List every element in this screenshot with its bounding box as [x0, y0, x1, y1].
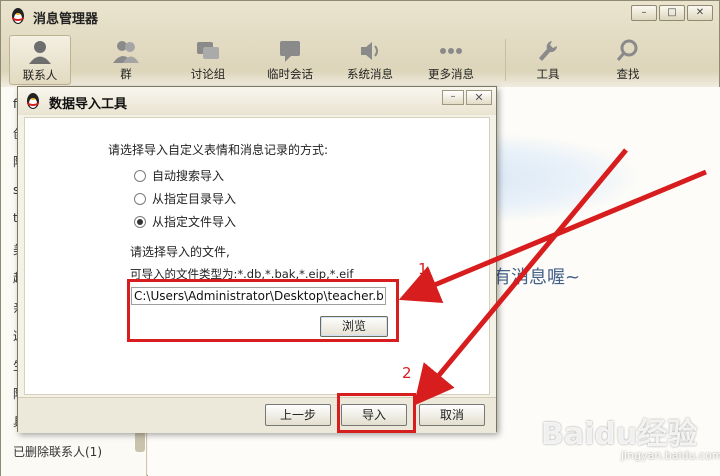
- tool-discussions[interactable]: 讨论组: [177, 35, 239, 85]
- more-icon: [440, 48, 462, 54]
- tool-label: 联系人: [22, 68, 58, 82]
- tool-temp-sessions[interactable]: 临时会话: [259, 35, 321, 85]
- group-icon: [113, 41, 139, 63]
- minimize-button[interactable]: –: [631, 5, 657, 21]
- radio-button[interactable]: [134, 169, 146, 182]
- previous-step-button[interactable]: 上一步: [265, 404, 331, 426]
- tool-contacts[interactable]: 联系人: [9, 35, 71, 85]
- toolbar: 联系人 群 讨论组 临时会话 系统消息 更多消息 工具 查找: [1, 35, 719, 85]
- tool-label: 更多消息: [428, 67, 474, 81]
- temp-session-icon: [280, 41, 300, 62]
- discussion-icon: [197, 42, 219, 59]
- option-file[interactable]: 从指定文件导入: [134, 213, 236, 230]
- penguin-logo-icon: [12, 8, 24, 24]
- dialog-close-button[interactable]: ✕: [466, 90, 492, 105]
- annotation-box-file: [127, 279, 399, 342]
- tool-tools[interactable]: 工具: [517, 35, 579, 85]
- wrench-icon: [539, 41, 558, 61]
- empty-message: 有消息喔~: [493, 267, 581, 288]
- title-bar: 消息管理器 – □ ✕: [1, 1, 719, 31]
- dialog-body: [24, 117, 490, 395]
- penguin-logo-icon: [27, 93, 39, 109]
- dialog-minimize-button[interactable]: –: [442, 90, 464, 105]
- tool-more-messages[interactable]: 更多消息: [420, 35, 482, 85]
- dialog-title-bar: 数据导入工具 – ✕: [18, 87, 496, 115]
- close-button[interactable]: ✕: [687, 5, 713, 21]
- tool-label: 系统消息: [347, 67, 393, 81]
- annotation-box-import: [337, 393, 416, 433]
- option-label: 自动搜索导入: [152, 169, 225, 183]
- option-auto-search[interactable]: 自动搜索导入: [134, 167, 224, 184]
- dialog-title: 数据导入工具: [49, 97, 128, 112]
- tool-label: 讨论组: [190, 67, 226, 81]
- import-dialog: 数据导入工具 – ✕ 请选择导入自定义表情和消息记录的方式: 自动搜索导入 从指…: [17, 86, 497, 433]
- app-title: 消息管理器: [33, 12, 99, 27]
- radio-button-checked[interactable]: [134, 215, 146, 228]
- file-prompt: 请选择导入的文件,: [130, 245, 230, 259]
- radio-button[interactable]: [134, 192, 146, 205]
- option-directory[interactable]: 从指定目录导入: [134, 190, 236, 207]
- watermark: Baidu经验: [541, 417, 698, 452]
- watermark-site: jingyan.baidu.com: [621, 449, 720, 462]
- cancel-button[interactable]: 取消: [419, 404, 485, 426]
- tool-label: 临时会话: [267, 67, 313, 81]
- contact-icon: [29, 41, 51, 64]
- option-label: 从指定目录导入: [152, 192, 237, 206]
- annotation-number: 2: [402, 364, 412, 382]
- tool-groups[interactable]: 群: [95, 35, 157, 85]
- list-item-deleted-contacts[interactable]: 已删除联系人(1): [13, 443, 102, 460]
- speaker-icon: [361, 42, 378, 60]
- annotation-number: 1: [418, 260, 428, 278]
- toolbar-separator: [505, 39, 506, 81]
- tool-search[interactable]: 查找: [597, 35, 659, 85]
- option-label: 从指定文件导入: [152, 215, 237, 229]
- tool-label: 群: [120, 67, 132, 81]
- tool-system-messages[interactable]: 系统消息: [339, 35, 401, 85]
- tool-label: 工具: [536, 67, 560, 81]
- tool-label: 查找: [616, 67, 640, 81]
- search-icon: [616, 39, 638, 61]
- import-instruction: 请选择导入自定义表情和消息记录的方式:: [108, 143, 329, 157]
- maximize-button[interactable]: □: [659, 5, 685, 21]
